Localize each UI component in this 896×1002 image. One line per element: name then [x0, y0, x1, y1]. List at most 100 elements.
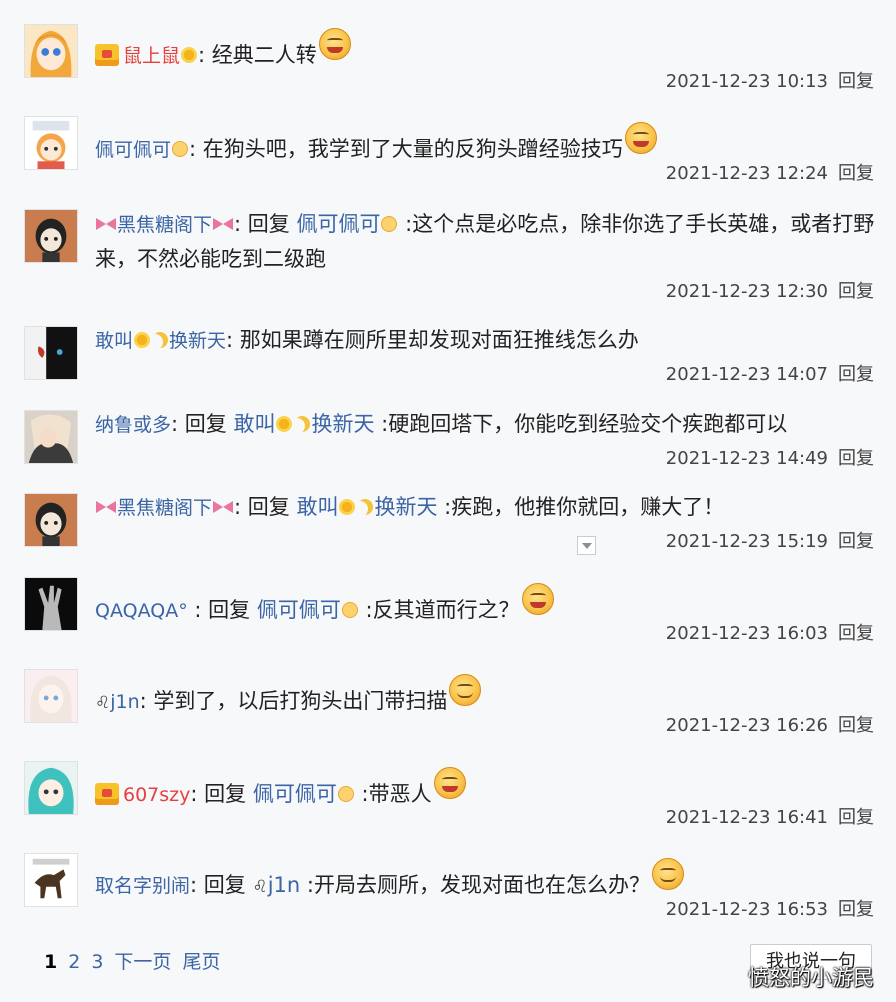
avatar[interactable]	[24, 209, 78, 263]
timestamp: 2021-12-23 16:41	[665, 807, 828, 828]
avatar[interactable]	[24, 326, 78, 380]
comment-meta: 2021-12-23 14:07 回复	[666, 363, 874, 387]
bow-icon	[213, 217, 234, 231]
username-link[interactable]: 607szy	[123, 784, 190, 806]
username-suffix[interactable]: 换新天	[169, 330, 226, 352]
comment-content: : 学到了，以后打狗头出门带扫描	[139, 689, 448, 713]
timestamp: 2021-12-23 14:07	[665, 364, 828, 385]
next-page-link[interactable]: 下一页	[114, 951, 171, 973]
comment-meta: 2021-12-23 12:24 回复	[666, 162, 874, 186]
grin-emoji-icon	[318, 28, 351, 60]
page-current: 1	[44, 951, 58, 973]
reply-button[interactable]: 回复	[838, 71, 874, 92]
moon-icon	[152, 332, 168, 348]
smile-emoji-icon	[337, 786, 354, 802]
pagination: 1 2 3 下一页 尾页	[44, 948, 231, 976]
reply-label: : 回复	[190, 782, 253, 806]
timestamp: 2021-12-23 12:24	[665, 163, 828, 184]
comment-content: :反其道而行之？	[358, 598, 520, 622]
reply-button[interactable]: 回复	[838, 364, 874, 385]
vip-crown-icon	[95, 783, 119, 805]
username-link[interactable]: 纳鲁或多	[95, 414, 171, 436]
username-link[interactable]: 鼠上鼠	[123, 45, 180, 67]
reply-target-link[interactable]: 佩可佩可	[296, 212, 380, 236]
reply-button[interactable]: 回复	[838, 163, 874, 184]
grin-emoji-icon	[433, 767, 466, 799]
reply-target-prefix-icon: ♌	[252, 877, 268, 897]
reply-label: : 回复	[171, 412, 234, 436]
username-link[interactable]: 黑焦糖阁下	[117, 214, 212, 236]
comment-content: : 经典二人转	[198, 43, 317, 67]
comment-text: 敢叫 换新天: 那如果蹲在厕所里却发现对面狂推线怎么办	[95, 323, 885, 358]
username-link[interactable]: 取名字别闹	[95, 875, 190, 897]
timestamp: 2021-12-23 14:49	[665, 448, 828, 469]
reply-button[interactable]: 回复	[838, 899, 874, 920]
moon-icon	[294, 416, 310, 432]
reply-target-link[interactable]: 佩可佩可	[257, 598, 341, 622]
sunflower-icon	[181, 47, 198, 63]
comment-text: 纳鲁或多: 回复 敢叫 换新天 :硬跑回塔下，你能吃到经验交个疾跑都可以	[95, 407, 885, 442]
avatar[interactable]	[24, 116, 78, 170]
collapse-toggle-icon[interactable]	[577, 536, 596, 555]
reply-target-link[interactable]: j1n	[268, 873, 301, 897]
smile-emoji-icon	[381, 216, 398, 232]
timestamp: 2021-12-23 16:53	[665, 899, 828, 920]
sun-icon	[134, 332, 151, 348]
avatar[interactable]	[24, 669, 78, 723]
avatar[interactable]	[24, 577, 78, 631]
comment-meta: 2021-12-23 15:19 回复	[666, 530, 874, 554]
smile-emoji-icon	[651, 858, 684, 890]
user-prefix-icon: ♌	[95, 693, 111, 713]
reply-target-link[interactable]: 敢叫	[296, 495, 338, 519]
grin-emoji-icon	[624, 122, 657, 154]
smile-emoji-icon	[172, 141, 189, 157]
reply-label: : 回复	[234, 495, 297, 519]
comment-content: :疾跑，他推你就回，赚大了！	[437, 495, 725, 519]
comment-text: 黑焦糖阁下: 回复 佩可佩可 :这个点是必吃点，除非你选了手长英雄，或者打野来，…	[95, 207, 880, 276]
timestamp: 2021-12-23 15:19	[665, 531, 828, 552]
username-link[interactable]: 黑焦糖阁下	[117, 497, 212, 519]
timestamp: 2021-12-23 10:13	[665, 71, 828, 92]
avatar[interactable]	[24, 493, 78, 547]
comment-meta: 2021-12-23 10:13 回复	[666, 70, 874, 94]
reply-label: : 回复	[187, 598, 257, 622]
avatar[interactable]	[24, 761, 78, 815]
sun-icon	[339, 499, 356, 515]
reply-target-link[interactable]: 佩可佩可	[253, 782, 337, 806]
avatar[interactable]	[24, 410, 78, 464]
reply-button[interactable]: 回复	[838, 448, 874, 469]
avatar[interactable]	[24, 24, 78, 78]
moon-icon	[357, 499, 373, 515]
reply-target-suffix[interactable]: 换新天	[374, 495, 437, 519]
timestamp: 2021-12-23 16:26	[665, 715, 828, 736]
avatar[interactable]	[24, 853, 78, 907]
comment-meta: 2021-12-23 16:53 回复	[666, 898, 874, 922]
username-link[interactable]: 佩可佩可	[95, 139, 171, 161]
last-page-link[interactable]: 尾页	[182, 951, 220, 973]
reply-target-suffix[interactable]: 换新天	[311, 412, 374, 436]
reply-target-link[interactable]: 敢叫	[233, 412, 275, 436]
smile-emoji-icon	[449, 674, 482, 706]
comment-content: : 那如果蹲在厕所里却发现对面狂推线怎么办	[226, 328, 639, 352]
reply-button[interactable]: 回复	[838, 715, 874, 736]
reply-button[interactable]: 回复	[838, 807, 874, 828]
reply-button[interactable]: 回复	[838, 531, 874, 552]
comment-text: 黑焦糖阁下 : 回复 敢叫 换新天 :疾跑，他推你就回，赚大了！	[95, 490, 885, 525]
watermark: 愤怒的小游民	[748, 966, 874, 990]
timestamp: 2021-12-23 16:03	[665, 623, 828, 644]
bow-icon	[213, 500, 234, 514]
page-link-3[interactable]: 3	[91, 951, 103, 973]
username-link[interactable]: 敢叫	[95, 330, 133, 352]
timestamp: 2021-12-23 12:30	[665, 281, 828, 302]
page-link-2[interactable]: 2	[68, 951, 80, 973]
comment-content: : 在狗头吧，我学到了大量的反狗头蹭经验技巧	[189, 137, 623, 161]
reply-button[interactable]: 回复	[838, 623, 874, 644]
bow-icon	[96, 500, 116, 514]
comment-meta: 2021-12-23 16:26 回复	[666, 714, 874, 738]
username-link[interactable]: j1n	[110, 691, 139, 713]
comment-meta: 2021-12-23 12:30 回复	[666, 280, 874, 304]
smile-emoji-icon	[341, 602, 358, 618]
reply-button[interactable]: 回复	[838, 281, 874, 302]
username-link[interactable]: QAQAQA°	[95, 600, 188, 622]
grin-emoji-icon	[521, 583, 554, 615]
